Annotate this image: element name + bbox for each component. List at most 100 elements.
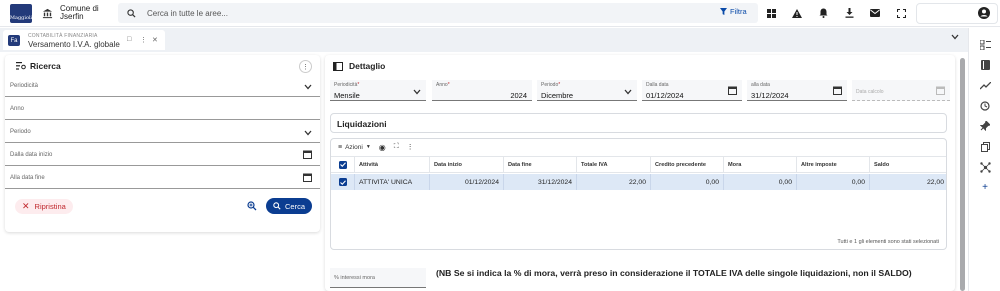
more-vertical-icon[interactable]: ⋮ [407, 143, 414, 151]
grid-header: Attività Data inizio Data fine Totale IV… [331, 156, 946, 173]
fullscreen-button[interactable] [894, 6, 908, 20]
detail-title-text: Dettaglio [349, 61, 386, 71]
hub-icon[interactable] [979, 161, 991, 173]
periodo-detail-select[interactable]: Periodo* Dicembre [537, 80, 637, 101]
account-icon[interactable] [978, 7, 990, 19]
detail-title: Dettaglio [333, 61, 385, 71]
interessi-mora-field[interactable]: % interessi mora [330, 268, 426, 288]
mail-button[interactable] [868, 6, 882, 20]
anno-field[interactable]: Anno [5, 100, 320, 120]
table-row[interactable]: ATTIVITA' UNICA 01/12/2024 31/12/2024 22… [331, 174, 946, 190]
col-credito-precedente[interactable]: Credito precedente [651, 157, 724, 172]
apps-grid-button[interactable] [764, 6, 778, 20]
download-icon [845, 8, 853, 18]
mail-icon [870, 9, 880, 17]
cell-credito-precedente: 0,00 [651, 174, 724, 190]
col-attivita[interactable]: Attività [355, 157, 430, 172]
detail-panel: Dettaglio Periodicità* Mensile Anno* 202… [325, 55, 955, 291]
data-calcolo-field: Data calcolo [852, 80, 950, 101]
filter-list-icon [16, 62, 26, 70]
dalla-data-label: Dalla data [646, 82, 669, 88]
close-icon[interactable]: ✕ [152, 36, 158, 44]
alla-data-field[interactable]: alla data 31/12/2024 [747, 80, 847, 101]
dalla-data-value: 01/12/2024 [646, 91, 684, 100]
warning-icon [792, 8, 802, 18]
liquidazioni-title: Liquidazioni [337, 119, 387, 129]
col-totale-iva[interactable]: Totale IVA [577, 157, 651, 172]
calendar-icon[interactable] [728, 86, 737, 95]
col-saldo[interactable]: Saldo [870, 157, 946, 172]
periodicita-label: Periodicità [10, 83, 39, 89]
search-panel: Ricerca ⋮ Periodicità Anno Periodo Dalla… [5, 55, 320, 232]
calendar-icon[interactable] [833, 86, 842, 95]
module-badge: Fa [8, 35, 20, 46]
anno-detail-label: Anno* [436, 82, 450, 88]
download-button[interactable] [842, 6, 856, 20]
periodicita-select[interactable]: Periodicità [5, 77, 320, 97]
alla-data-fine-label: Alla data fine [10, 175, 45, 181]
list-details-icon[interactable] [979, 39, 991, 51]
actions-menu[interactable]: ≡ Azioni ▼ [338, 144, 371, 151]
dalla-data-field[interactable]: Dalla data 01/12/2024 [642, 80, 742, 101]
dalla-data-inizio-field[interactable]: Dalla data inizio [5, 146, 320, 166]
add-icon[interactable]: + [979, 181, 991, 193]
eye-icon[interactable]: ◉ [379, 143, 386, 152]
calendar-icon[interactable] [303, 150, 312, 159]
calendar-icon[interactable] [303, 173, 312, 182]
search-button[interactable]: Cerca [266, 198, 312, 214]
tab-title: Versamento I.V.A. globale [28, 40, 120, 49]
logo[interactable]: Maggioli [10, 4, 32, 23]
alla-data-label: alla data [751, 82, 770, 88]
bell-icon [819, 8, 827, 18]
col-data-inizio[interactable]: Data inizio [430, 157, 504, 172]
history-icon[interactable] [979, 100, 991, 112]
periodicita-detail-select[interactable]: Periodicità* Mensile [330, 80, 426, 101]
periodo-select[interactable]: Periodo [5, 123, 320, 143]
scrollbar[interactable] [960, 58, 965, 291]
notifications-button[interactable] [816, 6, 830, 20]
cell-data-inizio: 01/12/2024 [430, 174, 504, 190]
reset-button[interactable]: ✕ Ripristina [15, 199, 73, 214]
menu-icon: ≡ [338, 143, 343, 151]
selection-status: Tutti e 1 gli elementi sono stati selezi… [837, 239, 939, 245]
chevron-down-icon[interactable] [951, 34, 959, 40]
row-checkbox[interactable] [331, 174, 355, 190]
cell-data-fine: 31/12/2024 [504, 174, 577, 190]
periodo-detail-label: Periodo* [541, 82, 561, 88]
check-icon [339, 179, 346, 185]
grid-toolbar: ≡ Azioni ▼ ◉ ⛶ ⋮ [331, 139, 946, 155]
tab-row: Fa CONTABILITÀ FINANZIARIA Versamento I.… [0, 28, 968, 52]
warning-button[interactable] [790, 6, 804, 20]
filter-button[interactable]: Filtra [720, 7, 747, 16]
book-icon[interactable] [979, 59, 991, 71]
zoom-in-icon[interactable] [247, 201, 257, 211]
pin-tool-icon[interactable] [979, 120, 991, 132]
more-vertical-icon[interactable]: ⋮ [140, 36, 147, 44]
pin-icon[interactable]: □ [127, 36, 131, 43]
cell-attivita: ATTIVITA' UNICA [355, 174, 430, 190]
col-mora[interactable]: Mora [724, 157, 797, 172]
fullscreen-icon [896, 8, 906, 18]
chevron-down-icon [413, 89, 421, 95]
cell-totale-iva: 22,00 [577, 174, 651, 190]
anno-detail-field[interactable]: Anno* 2024 [432, 80, 532, 101]
col-altre-imposte[interactable]: Altre imposte [797, 157, 870, 172]
reset-label: Ripristina [34, 202, 66, 211]
global-search-bar[interactable]: Cerca in tutte le aree... [118, 3, 758, 23]
actions-label: Azioni [345, 143, 363, 151]
col-data-fine[interactable]: Data fine [504, 157, 577, 172]
alla-data-fine-field[interactable]: Alla data fine [5, 169, 320, 189]
anno-value: 2024 [510, 91, 527, 100]
panel-menu-button[interactable]: ⋮ [299, 60, 312, 73]
grid-icon [766, 8, 776, 18]
search-input[interactable]: Cerca in tutte le aree... [147, 9, 228, 18]
fullscreen-icon[interactable]: ⛶ [394, 143, 399, 151]
tab-versamento-iva[interactable]: Fa CONTABILITÀ FINANZIARIA Versamento I.… [3, 30, 165, 50]
sidebar-toggle-icon[interactable] [333, 61, 343, 71]
copy-icon[interactable] [979, 141, 991, 153]
chevron-down-icon [304, 84, 312, 90]
select-all-checkbox[interactable] [331, 157, 355, 172]
dalla-data-inizio-label: Dalla data inizio [10, 152, 53, 158]
trend-icon[interactable] [979, 80, 991, 92]
right-sidebar: + [968, 28, 1000, 291]
